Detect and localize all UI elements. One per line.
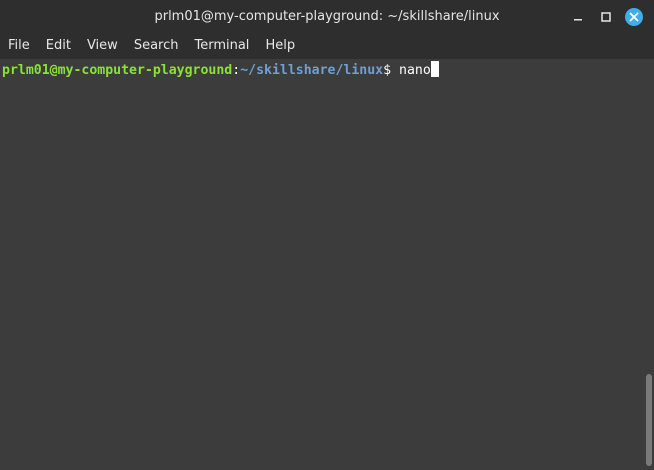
window-title: prlm01@my-computer-playground: ~/skillsh… <box>154 9 500 24</box>
menu-terminal[interactable]: Terminal <box>186 33 257 59</box>
prompt-path: ~/skillshare/linux <box>240 63 384 78</box>
prompt-dollar: $ <box>383 63 400 78</box>
terminal-window: prlm01@my-computer-playground: ~/skillsh… <box>0 0 654 470</box>
menu-bar: File Edit View Search Terminal Help <box>0 33 654 59</box>
text-cursor <box>430 61 439 77</box>
menu-file[interactable]: File <box>0 33 38 59</box>
prompt-colon: : <box>232 63 241 78</box>
maximize-button[interactable] <box>594 5 618 29</box>
menu-view[interactable]: View <box>79 33 126 59</box>
scrollbar-thumb[interactable] <box>646 374 652 466</box>
command-text: nano <box>399 63 431 78</box>
terminal-area[interactable]: prlm01@my-computer-playground:~/skillsha… <box>0 59 654 470</box>
menu-search[interactable]: Search <box>126 33 187 59</box>
prompt-user-host: prlm01@my-computer-playground <box>2 63 233 78</box>
menu-help[interactable]: Help <box>257 33 303 59</box>
minimize-button[interactable] <box>566 5 590 29</box>
window-controls <box>566 0 646 33</box>
close-button[interactable] <box>622 5 646 29</box>
title-bar[interactable]: prlm01@my-computer-playground: ~/skillsh… <box>0 0 654 33</box>
menu-edit[interactable]: Edit <box>38 33 79 59</box>
close-icon <box>625 7 643 26</box>
maximize-icon <box>601 11 611 22</box>
prompt-line: prlm01@my-computer-playground:~/skillsha… <box>2 61 439 80</box>
minimize-icon <box>574 18 582 20</box>
